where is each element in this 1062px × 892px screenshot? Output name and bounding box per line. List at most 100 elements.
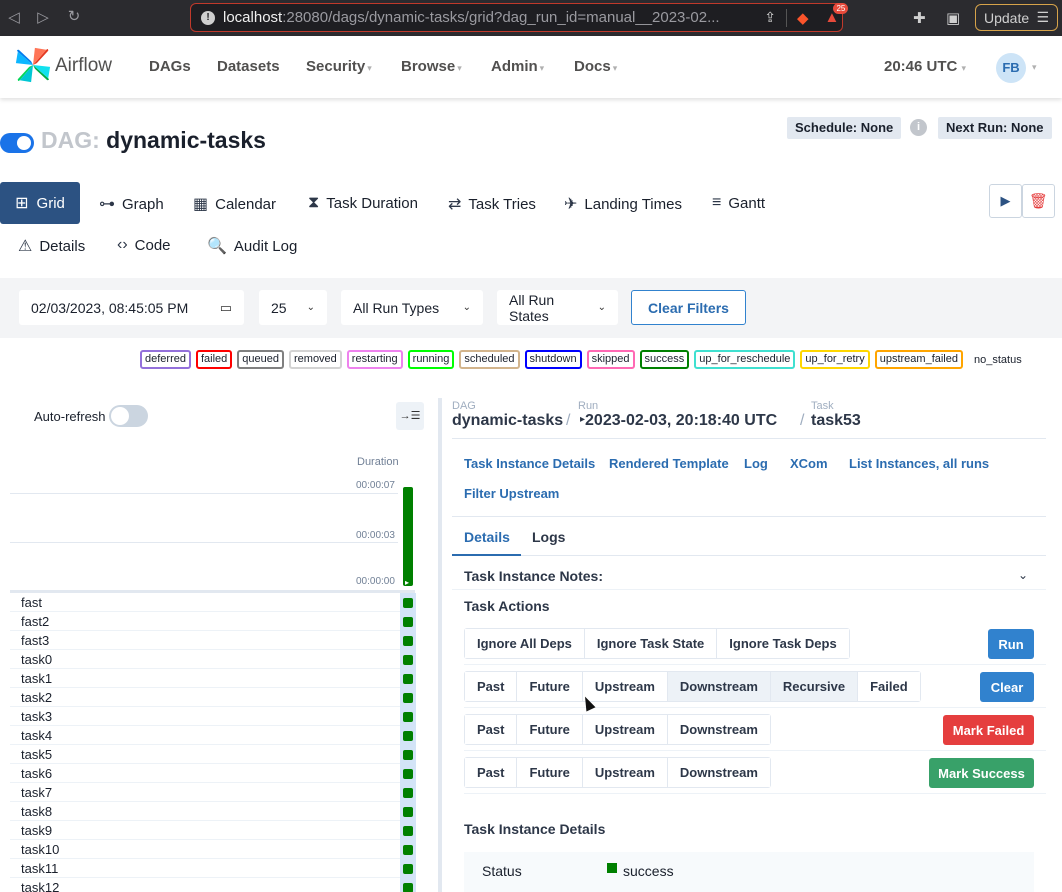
- trigger-dag-button[interactable]: ▶: [989, 184, 1022, 218]
- success-past-toggle[interactable]: Past: [465, 758, 518, 787]
- task-row[interactable]: fast: [10, 593, 400, 612]
- task-instance-status[interactable]: [403, 826, 413, 836]
- clear-downstream-toggle[interactable]: Downstream: [667, 672, 771, 701]
- task-row[interactable]: task11: [10, 859, 400, 878]
- task-row[interactable]: task10: [10, 840, 400, 859]
- breadcrumb-run[interactable]: ▸2023-02-03, 20:18:40 UTC: [580, 412, 777, 430]
- legend-skipped[interactable]: skipped: [586, 350, 635, 369]
- link-rendered-template[interactable]: Rendered Template: [609, 456, 729, 471]
- num-runs-select[interactable]: 25 ⌄: [259, 290, 327, 325]
- task-instance-status[interactable]: [403, 864, 413, 874]
- share-icon[interactable]: ⇪: [764, 9, 776, 26]
- legend-queued[interactable]: queued: [237, 350, 284, 369]
- mark-success-button[interactable]: Mark Success: [929, 758, 1034, 788]
- auto-refresh-toggle[interactable]: [109, 405, 148, 427]
- task-row[interactable]: task9: [10, 821, 400, 840]
- back-icon[interactable]: ◁: [2, 8, 26, 26]
- clear-upstream-toggle[interactable]: Upstream: [582, 672, 668, 701]
- success-future-toggle[interactable]: Future: [517, 758, 583, 787]
- update-button[interactable]: Update ☰: [975, 4, 1058, 31]
- tab-graph[interactable]: ⊶ Graph: [99, 194, 164, 214]
- task-row[interactable]: task1: [10, 669, 400, 688]
- tab-audit-log[interactable]: 🔍 Audit Log: [207, 236, 297, 256]
- base-date-input[interactable]: 02/03/2023, 08:45:05 PM ▭: [19, 290, 244, 325]
- tab-task-tries[interactable]: ⇄ Task Tries: [448, 194, 536, 214]
- task-row[interactable]: task7: [10, 783, 400, 802]
- run-type-select[interactable]: All Run Types ⌄: [341, 290, 483, 325]
- task-instance-status[interactable]: [403, 693, 413, 703]
- task-row[interactable]: task3: [10, 707, 400, 726]
- task-instance-status[interactable]: [403, 712, 413, 722]
- delete-dag-button[interactable]: 🗑: [1022, 184, 1055, 218]
- legend-success[interactable]: success: [639, 350, 690, 369]
- ignore-task-deps-toggle[interactable]: Ignore Task Deps: [717, 629, 849, 658]
- tab-details[interactable]: ⚠ Details: [18, 236, 85, 256]
- tab-logs[interactable]: Logs: [532, 529, 565, 545]
- clear-recursive-toggle[interactable]: Recursive: [770, 672, 859, 701]
- task-instance-status[interactable]: [403, 617, 413, 627]
- nav-datasets[interactable]: Datasets: [217, 58, 280, 75]
- ignore-task-state-toggle[interactable]: Ignore Task State: [584, 629, 718, 658]
- success-downstream-toggle[interactable]: Downstream: [667, 758, 770, 787]
- legend-up_for_retry[interactable]: up_for_retry: [800, 350, 870, 369]
- task-row[interactable]: fast3: [10, 631, 400, 650]
- task-instance-status[interactable]: [403, 636, 413, 646]
- task-row[interactable]: task4: [10, 726, 400, 745]
- task-row[interactable]: task8: [10, 802, 400, 821]
- info-icon[interactable]: i: [910, 119, 927, 136]
- forward-icon[interactable]: ▷: [31, 8, 55, 26]
- nav-docs[interactable]: Docs ▾: [574, 58, 617, 75]
- task-instance-status[interactable]: [403, 655, 413, 665]
- wallet-icon[interactable]: ▣: [946, 9, 960, 27]
- legend-deferred[interactable]: deferred: [140, 350, 191, 369]
- link-list-instances[interactable]: List Instances, all runs: [849, 456, 989, 471]
- url-bar[interactable]: ! localhost :28080/dags/dynamic-tasks/gr…: [190, 3, 849, 32]
- clear-future-toggle[interactable]: Future: [517, 672, 583, 701]
- timezone-clock[interactable]: 20:46 UTC ▾: [884, 58, 966, 75]
- user-avatar[interactable]: FB: [996, 53, 1026, 83]
- panel-divider[interactable]: [438, 398, 442, 892]
- task-notes-title[interactable]: Task Instance Notes:: [464, 568, 603, 584]
- task-row[interactable]: fast2: [10, 612, 400, 631]
- clear-button[interactable]: Clear: [980, 672, 1034, 702]
- failed-upstream-toggle[interactable]: Upstream: [582, 715, 668, 744]
- dag-pause-toggle[interactable]: [0, 133, 34, 153]
- run-button[interactable]: Run: [988, 629, 1034, 659]
- legend-no-status[interactable]: no_status: [968, 354, 1022, 366]
- chevron-down-icon[interactable]: ▾: [1032, 62, 1037, 73]
- calendar-icon[interactable]: ▭: [220, 300, 232, 316]
- clear-failed-toggle[interactable]: Failed: [858, 672, 920, 701]
- legend-failed[interactable]: failed: [195, 350, 233, 369]
- legend-shutdown[interactable]: shutdown: [524, 350, 582, 369]
- task-row[interactable]: task6: [10, 764, 400, 783]
- legend-removed[interactable]: removed: [289, 350, 342, 369]
- failed-future-toggle[interactable]: Future: [517, 715, 583, 744]
- link-xcom[interactable]: XCom: [790, 456, 828, 471]
- nav-dags[interactable]: DAGs: [149, 58, 191, 75]
- clear-filters-button[interactable]: Clear Filters: [631, 290, 746, 325]
- legend-scheduled[interactable]: scheduled: [459, 350, 520, 369]
- task-instance-status[interactable]: [403, 883, 413, 892]
- run-state-select[interactable]: All Run States ⌄: [497, 290, 618, 325]
- brave-shields-icon[interactable]: ◆: [797, 9, 809, 27]
- mark-failed-button[interactable]: Mark Failed: [943, 715, 1034, 745]
- extensions-icon[interactable]: ✚: [913, 9, 926, 27]
- breadcrumb-dag[interactable]: dynamic-tasks: [452, 412, 563, 430]
- task-row[interactable]: task2: [10, 688, 400, 707]
- task-instance-status[interactable]: [403, 807, 413, 817]
- tab-calendar[interactable]: ▦ Calendar: [193, 194, 276, 214]
- legend-up_for_reschedule[interactable]: up_for_reschedule: [694, 350, 796, 369]
- brand-name[interactable]: Airflow: [55, 55, 112, 77]
- chevron-down-icon[interactable]: ⌄: [1018, 568, 1028, 582]
- ignore-all-deps-toggle[interactable]: Ignore All Deps: [465, 629, 585, 658]
- tab-landing-times[interactable]: ✈ Landing Times: [564, 194, 682, 214]
- breadcrumb-task[interactable]: task53: [811, 412, 861, 430]
- tab-instance-details[interactable]: Details: [464, 529, 510, 545]
- airflow-logo-icon[interactable]: [14, 46, 52, 84]
- tab-gantt[interactable]: ≡ Gantt: [712, 194, 765, 212]
- dag-run-bar[interactable]: [403, 487, 413, 587]
- success-upstream-toggle[interactable]: Upstream: [582, 758, 668, 787]
- failed-downstream-toggle[interactable]: Downstream: [667, 715, 770, 744]
- task-row[interactable]: task5: [10, 745, 400, 764]
- task-instance-status[interactable]: [403, 788, 413, 798]
